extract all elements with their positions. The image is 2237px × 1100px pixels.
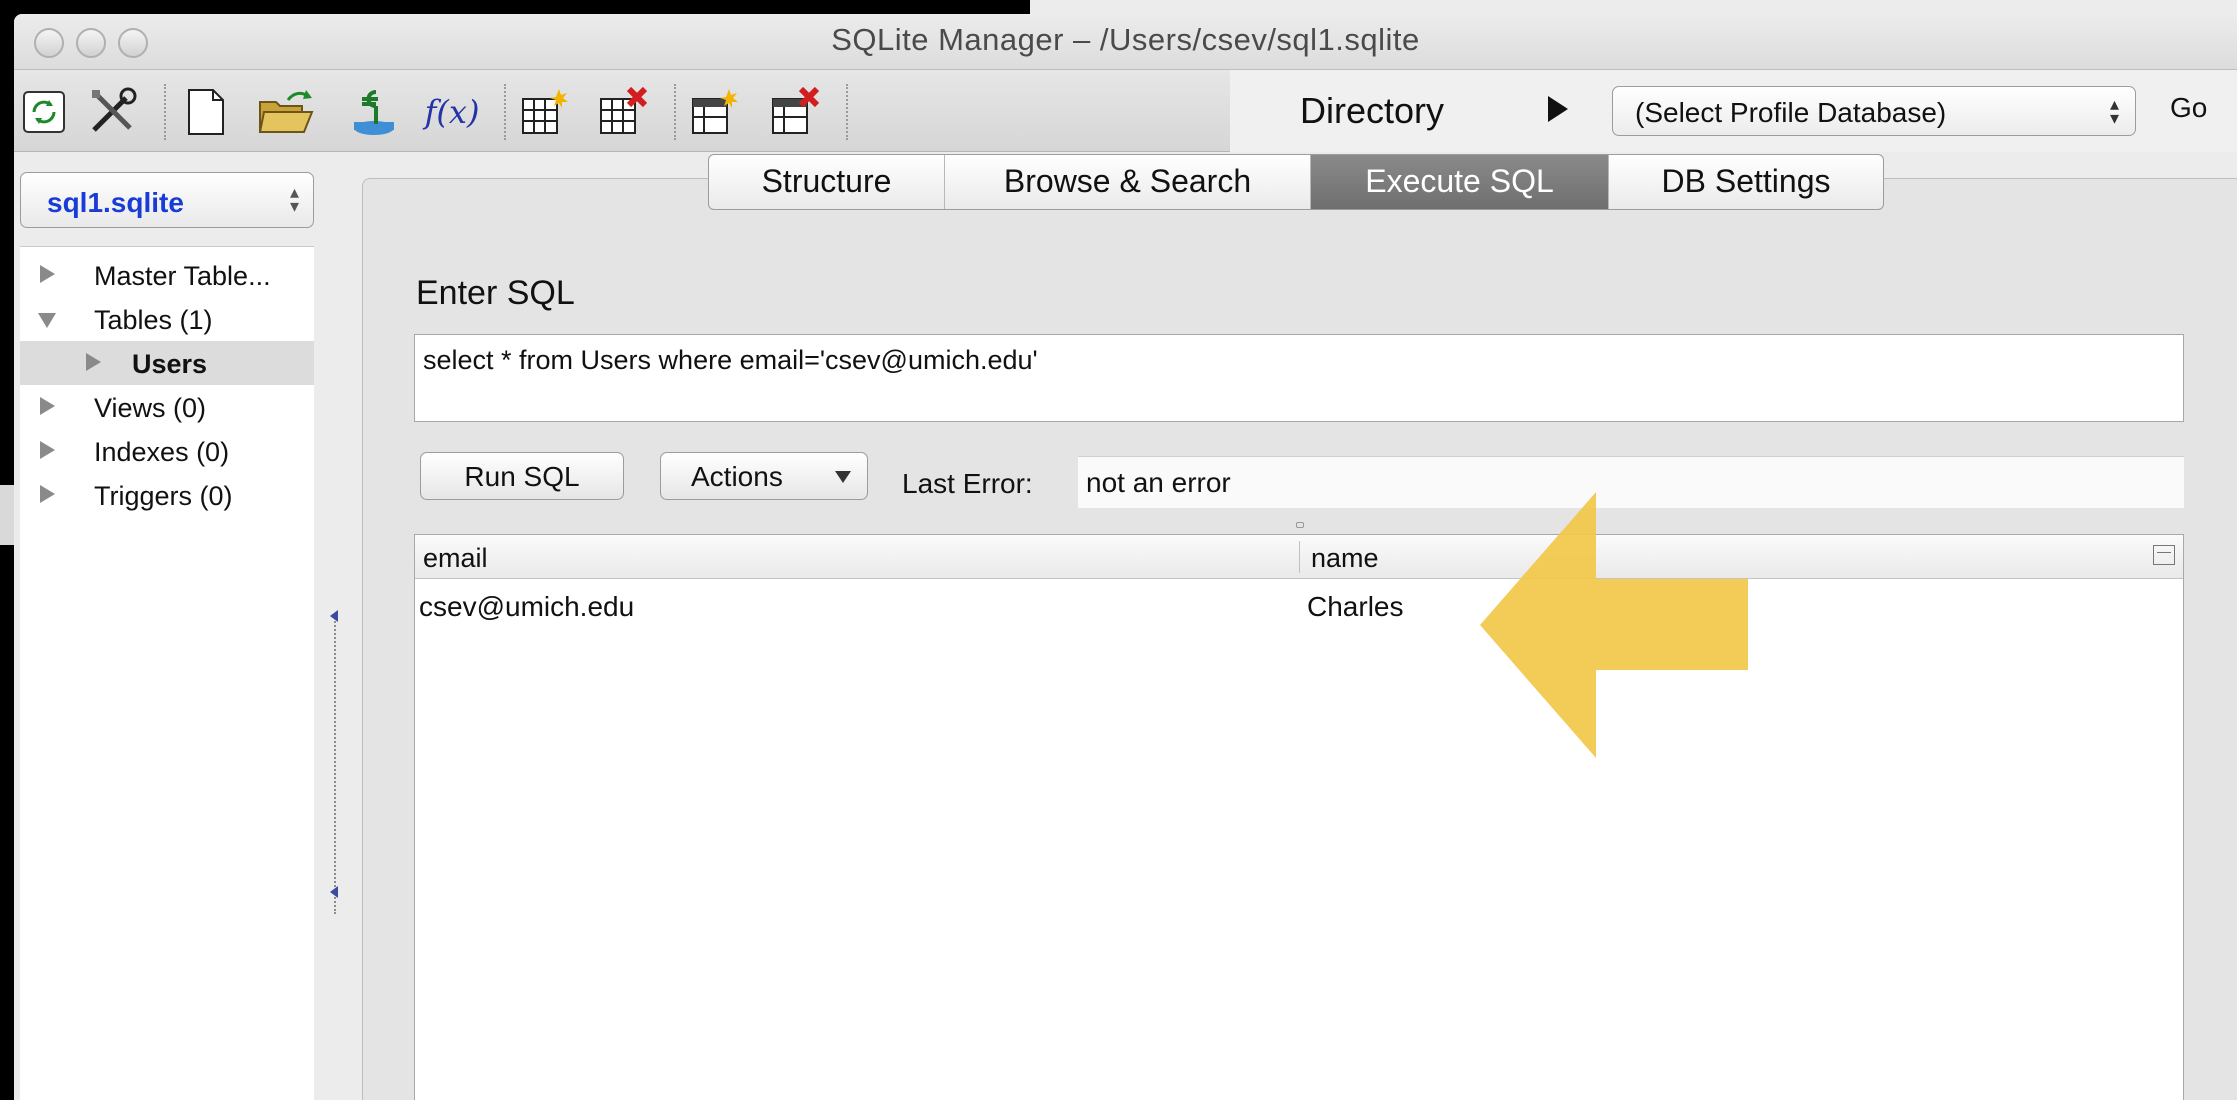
create-index-icon [692, 89, 738, 134]
tree-item-label: Indexes (0) [94, 437, 230, 467]
function-button[interactable]: f(x) [424, 86, 480, 138]
cell-name: Charles [1307, 591, 1404, 622]
collapse-left-icon[interactable] [330, 610, 338, 622]
database-select[interactable]: sql1.sqlite ▴ ▾ [20, 172, 314, 228]
last-error-label: Last Error: [902, 468, 1033, 499]
window-title: SQLite Manager – /Users/csev/sql1.sqlite [831, 22, 1420, 57]
annotation-arrow-shape [1480, 492, 1748, 758]
tab-structure[interactable]: Structure [709, 155, 945, 209]
toolbar-separator [164, 84, 166, 140]
tree-item-label: Users [132, 349, 208, 379]
expand-triangle-icon[interactable] [40, 485, 55, 503]
tree-item-label: Tables (1) [94, 305, 213, 335]
sqlite-manager-window: SQLite Manager – /Users/csev/sql1.sqlite [14, 14, 2237, 1100]
function-icon: f(x) [424, 93, 480, 131]
profile-database-select[interactable]: (Select Profile Database) ▴ ▾ [1612, 86, 2136, 136]
tree-item-triggers[interactable]: Triggers (0) [20, 473, 314, 517]
schema-tree: Master Table... Tables (1) Users Views (… [20, 246, 314, 1100]
toolbar-separator [846, 84, 848, 140]
results-grid: email name csev@umich.edu Charles [414, 534, 2184, 1100]
tree-item-label: Views (0) [94, 393, 207, 423]
toolbar-separator [674, 84, 676, 140]
tree-item-label: Triggers (0) [94, 481, 233, 511]
reload-icon [23, 91, 65, 133]
reload-button[interactable] [16, 86, 72, 138]
create-index-button[interactable] [686, 86, 742, 138]
annotation-arrow-icon [1480, 492, 1748, 758]
drop-index-button[interactable] [766, 86, 822, 138]
directory-label: Directory [1300, 90, 1445, 131]
new-database-button[interactable] [178, 86, 234, 138]
pane-splitter[interactable] [334, 614, 340, 914]
expand-triangle-icon[interactable] [86, 353, 101, 371]
tools-button[interactable] [84, 86, 140, 138]
column-separator[interactable] [1299, 541, 1300, 573]
connect-database-button[interactable] [344, 86, 400, 138]
create-table-button[interactable] [516, 86, 572, 138]
tab-browse-search[interactable]: Browse & Search [945, 155, 1311, 209]
column-picker-icon[interactable] [2153, 545, 2175, 565]
expand-triangle-icon[interactable] [40, 441, 55, 459]
collapse-left-icon[interactable] [330, 886, 338, 898]
connect-database-icon [354, 90, 394, 135]
column-header-email[interactable]: email [423, 543, 488, 574]
directory-arrow-icon[interactable] [1548, 96, 1568, 122]
run-sql-button[interactable]: Run SQL [420, 452, 624, 500]
new-database-icon [188, 89, 224, 135]
tree-item-tables[interactable]: Tables (1) [20, 297, 314, 341]
column-header-name[interactable]: name [1311, 543, 1379, 574]
cell-email: csev@umich.edu [419, 591, 635, 622]
tab-bar: Structure Browse & Search Execute SQL DB… [708, 154, 1884, 210]
toolbar-separator [504, 84, 506, 140]
tree-item-label: Master Table... [94, 261, 271, 291]
tree-item-views[interactable]: Views (0) [20, 385, 314, 429]
open-database-icon [258, 90, 314, 133]
create-table-icon [522, 89, 568, 134]
tab-execute-sql[interactable]: Execute SQL [1311, 155, 1609, 209]
tree-item-users[interactable]: Users [20, 341, 314, 385]
drop-index-icon [772, 87, 819, 134]
collapse-triangle-icon[interactable] [38, 313, 56, 328]
drop-table-icon [600, 87, 647, 134]
drop-table-button[interactable] [594, 86, 650, 138]
tree-item-master-table[interactable]: Master Table... [20, 253, 314, 297]
open-database-button[interactable] [258, 86, 314, 138]
expand-triangle-icon[interactable] [40, 265, 55, 283]
resize-handle[interactable] [1296, 522, 1304, 528]
sql-input[interactable]: select * from Users where email='csev@um… [414, 334, 2184, 422]
expand-triangle-icon[interactable] [40, 397, 55, 415]
toolbar: f(x) Directory (Select Profile Database)… [14, 70, 2237, 152]
go-button[interactable]: Go [2170, 92, 2207, 124]
results-header: email name [415, 535, 2183, 579]
select-updown-icon: ▴ ▾ [289, 182, 299, 216]
database-name: sql1.sqlite [47, 187, 184, 218]
select-updown-icon: ▴ ▾ [2109, 94, 2119, 128]
tools-icon [92, 87, 137, 132]
title-bar: SQLite Manager – /Users/csev/sql1.sqlite [14, 14, 2237, 70]
chevron-down-icon [835, 471, 851, 483]
tab-db-settings[interactable]: DB Settings [1609, 155, 1883, 209]
background-window [1030, 0, 2237, 14]
directory-area: Directory (Select Profile Database) ▴ ▾ G… [1230, 70, 2237, 152]
profile-database-value: (Select Profile Database) [1635, 97, 1947, 128]
tree-item-indexes[interactable]: Indexes (0) [20, 429, 314, 473]
actions-label: Actions [691, 461, 783, 492]
enter-sql-heading: Enter SQL [416, 274, 575, 312]
actions-dropdown[interactable]: Actions [660, 452, 868, 500]
